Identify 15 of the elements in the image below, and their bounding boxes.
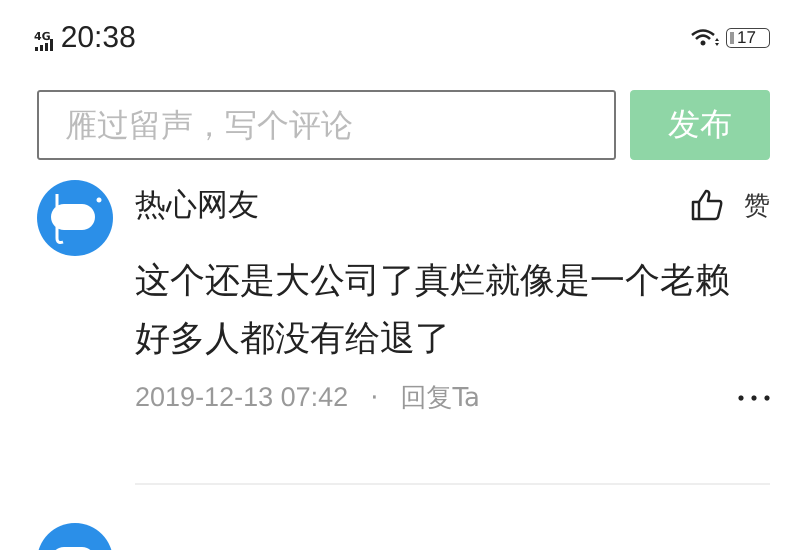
- comment-time: 2019-12-13 07:42: [135, 382, 348, 413]
- more-icon[interactable]: [738, 394, 770, 400]
- comment-text: 这个还是大公司了真烂就像是一个老赖好多人都没有给退了: [135, 260, 731, 361]
- thumbs-up-icon: [690, 188, 724, 222]
- wifi-icon: [690, 28, 720, 48]
- clock-time: 20:38: [60, 21, 136, 55]
- network-label: 4G: [34, 30, 51, 43]
- avatar-icon: [37, 180, 113, 256]
- signal-icon: [34, 39, 55, 51]
- battery-icon: 17: [726, 28, 770, 48]
- reply-link[interactable]: 回复Ta: [400, 380, 738, 415]
- comment-input[interactable]: 雁过留声，写个评论: [37, 90, 616, 160]
- separator-dot: ·: [370, 382, 378, 412]
- author-name: 热心网友: [135, 186, 259, 225]
- like-button[interactable]: 赞: [690, 188, 770, 222]
